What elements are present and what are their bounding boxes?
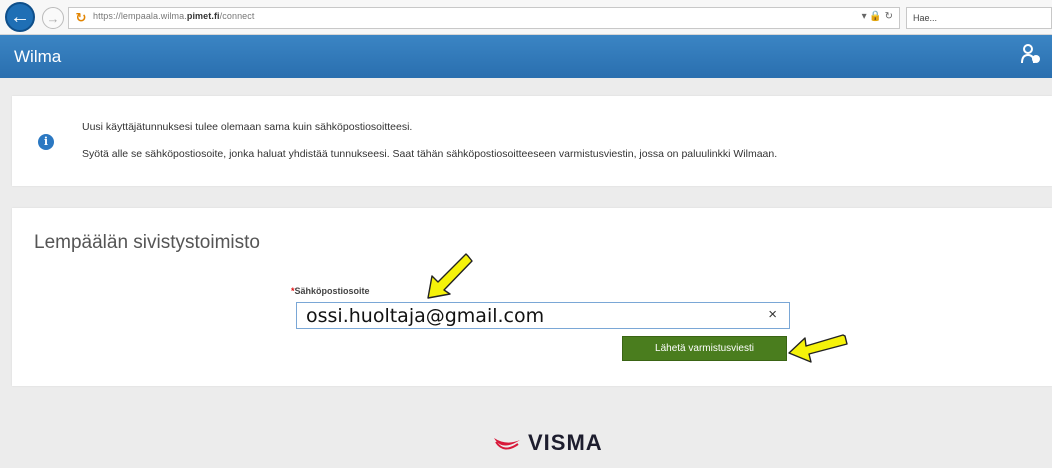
info-text-line-1: Uusi käyttäjätunnuksesi tulee olemaan sa… [82, 121, 413, 133]
app-header: Wilma [0, 35, 1052, 78]
browser-search-input[interactable] [913, 9, 1043, 27]
info-panel: i Uusi käyttäjätunnuksesi tulee olemaan … [12, 96, 1052, 186]
clear-icon[interactable]: × [768, 306, 777, 323]
connect-form-panel: Lempäälän sivistystoimisto *Sähköpostios… [12, 208, 1052, 386]
send-verification-button[interactable]: Lähetä varmistusviesti [622, 336, 787, 361]
visma-logo: VISMA [492, 429, 603, 457]
organization-title: Lempäälän sivistystoimisto [34, 232, 260, 253]
browser-search-box[interactable] [906, 7, 1052, 29]
annotation-arrow-button-icon [788, 334, 848, 363]
email-field[interactable]: × [296, 302, 790, 329]
address-tools[interactable]: ▾ 🔒 ↻ [862, 11, 893, 22]
back-arrow-icon[interactable]: ← [5, 2, 35, 32]
visma-logo-text: VISMA [528, 430, 603, 455]
browser-toolbar: ← → ↻ https://lempaala.wilma.pimet.fi/co… [0, 0, 1052, 35]
app-title[interactable]: Wilma [14, 47, 61, 67]
annotation-arrow-email-icon [427, 253, 473, 299]
forward-arrow-icon[interactable]: → [42, 7, 64, 29]
address-bar[interactable]: ↻ https://lempaala.wilma.pimet.fi/connec… [68, 7, 900, 29]
page-icon: ↻ [75, 10, 87, 25]
user-settings-icon[interactable] [1020, 43, 1042, 71]
visma-logo-icon [494, 438, 520, 450]
info-text-line-2: Syötä alle se sähköpostiosoite, jonka ha… [82, 148, 778, 160]
email-input[interactable] [306, 304, 746, 328]
info-icon: i [38, 134, 54, 150]
url-text[interactable]: https://lempaala.wilma.pimet.fi/connect [93, 11, 254, 21]
email-label: *Sähköpostiosoite [291, 286, 370, 296]
